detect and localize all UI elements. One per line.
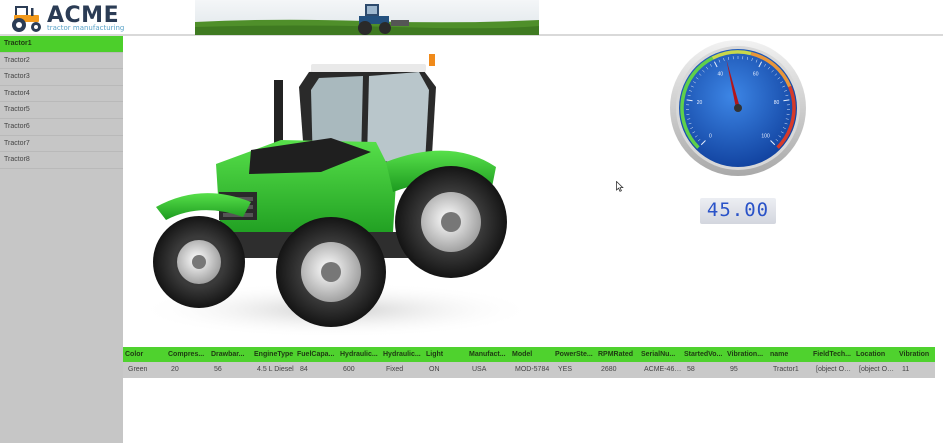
column-header[interactable]: name bbox=[768, 347, 811, 362]
sidebar-item-tractor5[interactable]: Tractor5 bbox=[0, 102, 123, 119]
column-header[interactable]: Location bbox=[854, 347, 897, 362]
speed-gauge: 0 20 40 60 80 100 bbox=[670, 40, 806, 176]
column-header[interactable]: Model bbox=[510, 347, 553, 362]
sidebar-item-tractor1[interactable]: Tractor1 bbox=[0, 36, 123, 53]
sidebar-item-tractor2[interactable]: Tractor2 bbox=[0, 53, 123, 70]
main-panel: 0 20 40 60 80 100 45.00 Color Compres... Drawba… bbox=[123, 36, 943, 443]
tractor-icon bbox=[12, 6, 41, 32]
column-header[interactable]: Hydraulic... bbox=[381, 347, 424, 362]
table-cell: 4.5 L Diesel bbox=[257, 366, 294, 373]
table-header-row: Color Compres... Drawbar... EngineType FuelC… bbox=[123, 347, 935, 362]
table-cell: USA bbox=[472, 366, 487, 373]
table-cell: Green bbox=[128, 366, 148, 373]
table-cell: Fixed bbox=[386, 366, 404, 373]
sidebar: Tractor1 Tractor2 Tractor3 Tractor4 Trac… bbox=[0, 36, 123, 443]
column-header[interactable]: RPMRated bbox=[596, 347, 639, 362]
gauge-tick-label: 40 bbox=[718, 71, 724, 77]
tractor-data-table: Color Compres... Drawbar... EngineType FuelC… bbox=[123, 347, 935, 378]
column-header[interactable]: PowerSte... bbox=[553, 347, 596, 362]
sidebar-item-tractor7[interactable]: Tractor7 bbox=[0, 136, 123, 153]
table-cell: 95 bbox=[730, 366, 738, 373]
sidebar-item-tractor6[interactable]: Tractor6 bbox=[0, 119, 123, 136]
header-bar: ACME tractor manufacturing bbox=[0, 0, 943, 36]
sidebar-item-tractor4[interactable]: Tractor4 bbox=[0, 86, 123, 103]
column-header[interactable]: Drawbar... bbox=[209, 347, 252, 362]
gauge-readout-value: 45.00 bbox=[706, 199, 770, 221]
table-cell: Tractor1 bbox=[773, 366, 799, 373]
column-header[interactable]: Light bbox=[424, 347, 467, 362]
gauge-tick-label: 60 bbox=[753, 71, 759, 77]
column-header[interactable]: Compres... bbox=[166, 347, 209, 362]
column-header[interactable]: Hydraulic... bbox=[338, 347, 381, 362]
table-cell: 20 bbox=[171, 366, 179, 373]
column-header[interactable]: Vibration bbox=[897, 347, 935, 362]
gauge-tick-label: 100 bbox=[761, 134, 770, 140]
app-root: ACME tractor manufacturing Tractor1 Trac… bbox=[0, 0, 943, 443]
table-cell: 58 bbox=[687, 366, 695, 373]
table-cell: 11 bbox=[902, 366, 910, 373]
column-header[interactable]: FuelCapa... bbox=[295, 347, 338, 362]
table-cell: MOD-5784 bbox=[515, 366, 550, 373]
table-cell: 2680 bbox=[601, 366, 617, 373]
gauge-hub bbox=[734, 104, 742, 112]
gauge-readout: 45.00 bbox=[700, 198, 776, 224]
table-cell: 600 bbox=[343, 366, 355, 373]
column-header[interactable]: Color bbox=[123, 347, 166, 362]
gauge-tick-label: 20 bbox=[697, 100, 703, 106]
sidebar-item-tractor3[interactable]: Tractor3 bbox=[0, 69, 123, 86]
column-header[interactable]: FieldTech... bbox=[811, 347, 854, 362]
table-cell: ON bbox=[429, 366, 440, 373]
logo-subtitle: tractor manufacturing bbox=[47, 24, 125, 32]
tractor-image bbox=[136, 54, 536, 338]
gauge-tick-label: 80 bbox=[774, 100, 780, 106]
column-header[interactable]: StartedVo... bbox=[682, 347, 725, 362]
gauge-tick-label: 0 bbox=[709, 134, 712, 140]
column-header[interactable]: Manufact... bbox=[467, 347, 510, 362]
table-row[interactable]: Green 20 56 4.5 L Diesel 84 600 Fixed ON USA MOD-… bbox=[123, 362, 935, 378]
table-cell: [object Objec bbox=[859, 366, 897, 373]
table-cell: 56 bbox=[214, 366, 222, 373]
table-cell: YES bbox=[558, 366, 573, 373]
column-header[interactable]: SerialNu... bbox=[639, 347, 682, 362]
table-cell: [object Objec bbox=[816, 366, 854, 373]
column-header[interactable]: Vibration... bbox=[725, 347, 768, 362]
table-cell: ACME-46787 bbox=[644, 366, 682, 373]
sidebar-item-tractor8[interactable]: Tractor8 bbox=[0, 152, 123, 169]
acme-logo[interactable]: ACME tractor manufacturing bbox=[6, 3, 125, 33]
table-cell: 84 bbox=[300, 366, 308, 373]
mouse-cursor-icon bbox=[616, 181, 624, 192]
column-header[interactable]: EngineType bbox=[252, 347, 295, 362]
banner-image bbox=[195, 0, 539, 35]
